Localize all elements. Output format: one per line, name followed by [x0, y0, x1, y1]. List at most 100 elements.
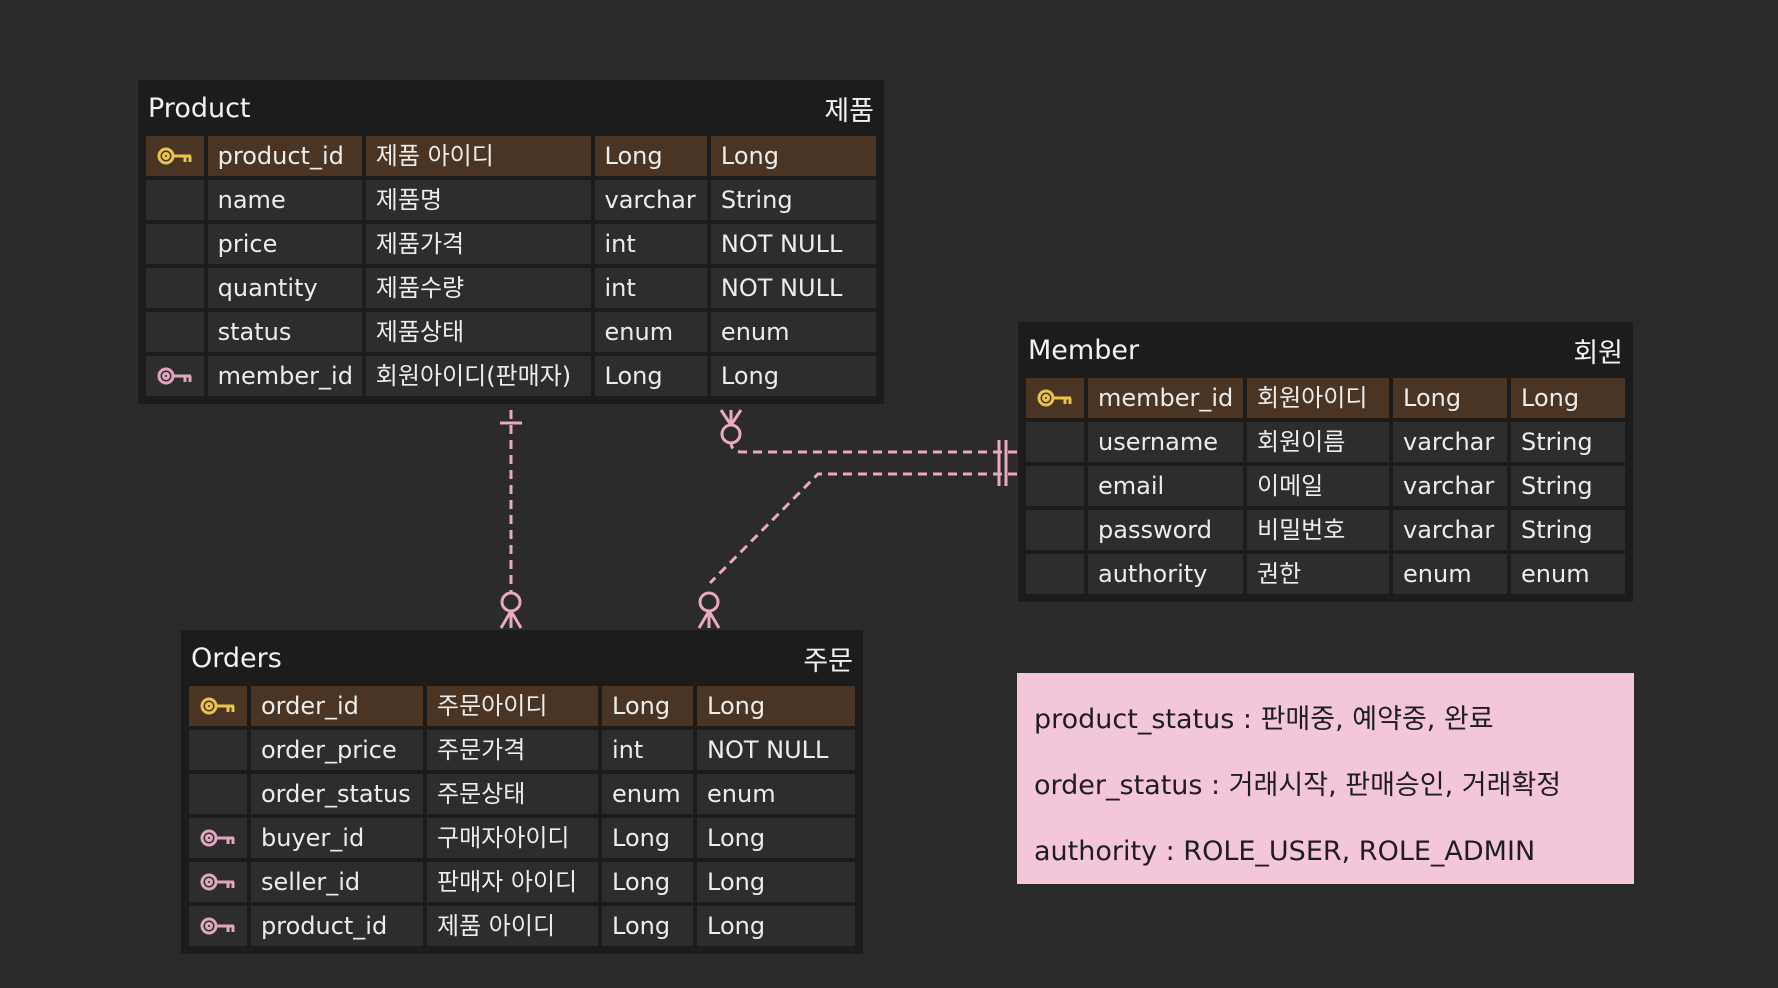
zero-marker: [698, 591, 720, 613]
java-type-cell: String: [1511, 510, 1625, 550]
java-type-cell: enum: [1511, 554, 1625, 594]
comment-cell: 주문가격: [427, 730, 598, 770]
java-type-cell: Long: [697, 818, 855, 858]
column-list: member_id 회원아이디 Long Long username 회원이름 varcha…: [1026, 378, 1625, 594]
column-cell: seller_id: [251, 862, 423, 902]
entity-label: 제품: [824, 95, 874, 127]
many-marker: [719, 409, 743, 426]
table-row[interactable]: password 비밀번호 varchar String: [1026, 510, 1625, 550]
entity-product[interactable]: Product 제품 product_id 제품 아이디 Long Long name 제…: [138, 80, 884, 404]
entity-header: Member 회원: [1026, 322, 1625, 378]
many-marker: [499, 610, 523, 629]
foreign-key-icon: [199, 827, 237, 849]
key-cell: [1026, 378, 1084, 418]
key-cell: [146, 136, 204, 176]
column-cell: order_status: [251, 774, 423, 814]
table-row[interactable]: status 제품상태 enum enum: [146, 312, 876, 352]
db-type-cell: enum: [1393, 554, 1507, 594]
db-type-cell: Long: [602, 818, 693, 858]
java-type-cell: Long: [697, 686, 855, 726]
entity-name: Orders: [191, 642, 282, 674]
many-marker: [697, 610, 721, 629]
key-cell: [146, 180, 204, 220]
comment-cell: 주문아이디: [427, 686, 598, 726]
table-row[interactable]: username 회원이름 varchar String: [1026, 422, 1625, 462]
table-row[interactable]: quantity 제품수량 int NOT NULL: [146, 268, 876, 308]
db-type-cell: varchar: [594, 180, 707, 220]
table-row[interactable]: member_id 회원아이디 Long Long: [1026, 378, 1625, 418]
table-row[interactable]: authority 권한 enum enum: [1026, 554, 1625, 594]
comment-cell: 주문상태: [427, 774, 598, 814]
key-cell: [146, 224, 204, 264]
db-type-cell: varchar: [1393, 510, 1507, 550]
entity-label: 주문: [803, 645, 853, 677]
column-cell: product_id: [207, 136, 362, 176]
key-cell: [189, 818, 247, 858]
comment-cell: 제품명: [365, 180, 591, 220]
entity-label: 회원: [1573, 337, 1623, 369]
java-type-cell: NOT NULL: [710, 224, 876, 264]
column-cell: member_id: [1088, 378, 1243, 418]
table-row[interactable]: name 제품명 varchar String: [146, 180, 876, 220]
db-type-cell: Long: [602, 686, 693, 726]
note-line-order-status: order_status : 거래시작, 판매승인, 거래확정: [1034, 770, 1562, 801]
table-row[interactable]: order_status 주문상태 enum enum: [189, 774, 855, 814]
column-cell: order_price: [251, 730, 423, 770]
db-type-cell: int: [594, 224, 707, 264]
table-row[interactable]: email 이메일 varchar String: [1026, 466, 1625, 506]
comment-cell: 비밀번호: [1247, 510, 1389, 550]
comment-cell: 제품 아이디: [365, 136, 591, 176]
relation-member-product-line: [729, 441, 1017, 454]
comment-cell: 회원아이디: [1247, 378, 1389, 418]
column-cell: name: [207, 180, 362, 220]
zero-marker: [500, 591, 522, 613]
column-cell: quantity: [207, 268, 362, 308]
table-row[interactable]: product_id 제품 아이디 Long Long: [146, 136, 876, 176]
key-cell: [146, 356, 204, 396]
entity-name: Member: [1028, 334, 1140, 366]
db-type-cell: Long: [594, 356, 707, 396]
entity-header: Product 제품: [146, 80, 876, 136]
java-type-cell: String: [710, 180, 876, 220]
primary-key-icon: [199, 695, 237, 717]
column-cell: password: [1088, 510, 1243, 550]
java-type-cell: enum: [710, 312, 876, 352]
comment-cell: 제품수량: [365, 268, 591, 308]
java-type-cell: Long: [710, 356, 876, 396]
primary-key-icon: [156, 145, 194, 167]
table-row[interactable]: order_id 주문아이디 Long Long: [189, 686, 855, 726]
java-type-cell: String: [1511, 422, 1625, 462]
comment-cell: 이메일: [1247, 466, 1389, 506]
table-row[interactable]: price 제품가격 int NOT NULL: [146, 224, 876, 264]
relation-member-orders-line: [708, 472, 1017, 585]
entity-orders[interactable]: Orders 주문 order_id 주문아이디 Long Long order_pri…: [181, 630, 863, 954]
foreign-key-icon: [199, 915, 237, 937]
table-row[interactable]: product_id 제품 아이디 Long Long: [189, 906, 855, 946]
entity-member[interactable]: Member 회원 member_id 회원아이디 Long Long username…: [1018, 322, 1633, 602]
comment-cell: 구매자아이디: [427, 818, 598, 858]
java-type-cell: NOT NULL: [697, 730, 855, 770]
comment-cell: 권한: [1247, 554, 1389, 594]
java-type-cell: Long: [1511, 378, 1625, 418]
table-row[interactable]: seller_id 판매자 아이디 Long Long: [189, 862, 855, 902]
column-cell: member_id: [207, 356, 362, 396]
one-mandatory-marker: [997, 462, 1008, 486]
comment-cell: 제품가격: [365, 224, 591, 264]
column-cell: product_id: [251, 906, 423, 946]
db-type-cell: varchar: [1393, 422, 1507, 462]
comment-cell: 제품상태: [365, 312, 591, 352]
enum-values-note[interactable]: product_status : 판매중, 예약중, 완료 order_stat…: [1017, 673, 1634, 884]
table-row[interactable]: buyer_id 구매자아이디 Long Long: [189, 818, 855, 858]
column-cell: order_id: [251, 686, 423, 726]
table-row[interactable]: member_id 회원아이디(판매자) Long Long: [146, 356, 876, 396]
db-type-cell: Long: [1393, 378, 1507, 418]
entity-name: Product: [148, 92, 251, 124]
table-row[interactable]: order_price 주문가격 int NOT NULL: [189, 730, 855, 770]
column-cell: authority: [1088, 554, 1243, 594]
key-cell: [189, 906, 247, 946]
entity-header: Orders 주문: [189, 630, 855, 686]
column-cell: buyer_id: [251, 818, 423, 858]
db-type-cell: Long: [602, 862, 693, 902]
column-list: order_id 주문아이디 Long Long order_price 주문가격 int N…: [189, 686, 855, 946]
key-cell: [189, 862, 247, 902]
